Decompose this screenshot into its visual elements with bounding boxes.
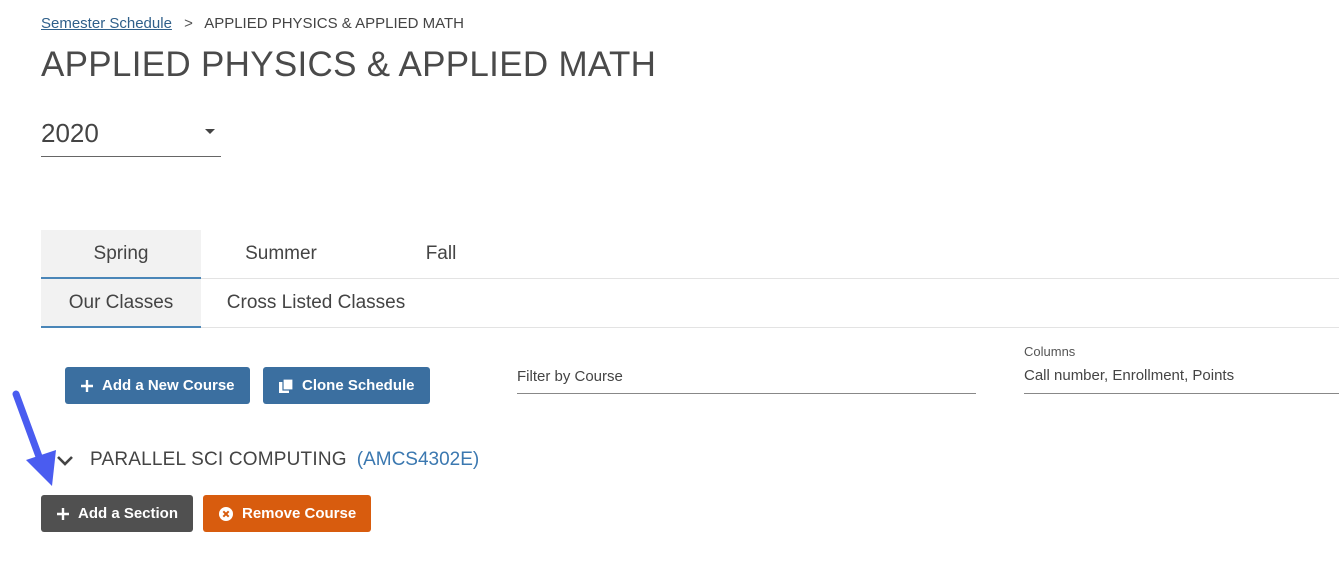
- page-title: APPLIED PHYSICS & APPLIED MATH: [41, 45, 657, 84]
- columns-value: Call number, Enrollment, Points: [1024, 367, 1235, 384]
- clone-schedule-button[interactable]: Clone Schedule: [263, 367, 430, 404]
- tab-summer[interactable]: Summer: [201, 230, 361, 279]
- tab-fall[interactable]: Fall: [361, 230, 521, 279]
- course-header[interactable]: PARALLEL SCI COMPUTING (AMCS4302E): [56, 447, 479, 473]
- clone-schedule-label: Clone Schedule: [302, 377, 415, 394]
- plus-icon: [80, 379, 94, 393]
- filter-course-placeholder: Filter by Course: [517, 368, 623, 385]
- breadcrumb-link-semester-schedule[interactable]: Semester Schedule: [41, 15, 172, 32]
- caret-down-icon: [205, 129, 215, 134]
- class-tabs: Our Classes Cross Listed Classes: [41, 279, 1339, 328]
- plus-icon: [56, 507, 70, 521]
- columns-label: Columns: [1024, 344, 1076, 359]
- copy-icon: [278, 377, 294, 394]
- tab-our-classes[interactable]: Our Classes: [41, 279, 201, 328]
- year-select[interactable]: 2020: [41, 112, 221, 157]
- remove-course-button[interactable]: Remove Course: [203, 495, 372, 532]
- tab-cross-listed-classes[interactable]: Cross Listed Classes: [201, 279, 431, 328]
- close-circle-icon: [218, 506, 234, 522]
- course-name: PARALLEL SCI COMPUTING: [90, 449, 347, 470]
- add-new-course-label: Add a New Course: [102, 377, 235, 394]
- term-tabs: Spring Summer Fall: [41, 230, 1339, 279]
- add-new-course-button[interactable]: Add a New Course: [65, 367, 250, 404]
- filter-course-input[interactable]: Filter by Course: [517, 362, 976, 394]
- breadcrumb-current: APPLIED PHYSICS & APPLIED MATH: [204, 15, 464, 32]
- year-select-value: 2020: [41, 118, 99, 148]
- breadcrumb: Semester Schedule > APPLIED PHYSICS & AP…: [41, 15, 464, 32]
- annotation-arrow-icon: [12, 390, 56, 486]
- add-section-label: Add a Section: [78, 505, 179, 522]
- course-code[interactable]: (AMCS4302E): [357, 449, 480, 471]
- remove-course-label: Remove Course: [242, 505, 357, 522]
- breadcrumb-separator: >: [184, 15, 193, 32]
- tab-spring[interactable]: Spring: [41, 230, 201, 279]
- columns-select[interactable]: Columns Call number, Enrollment, Points: [1024, 343, 1339, 394]
- add-section-button[interactable]: Add a Section: [41, 495, 194, 532]
